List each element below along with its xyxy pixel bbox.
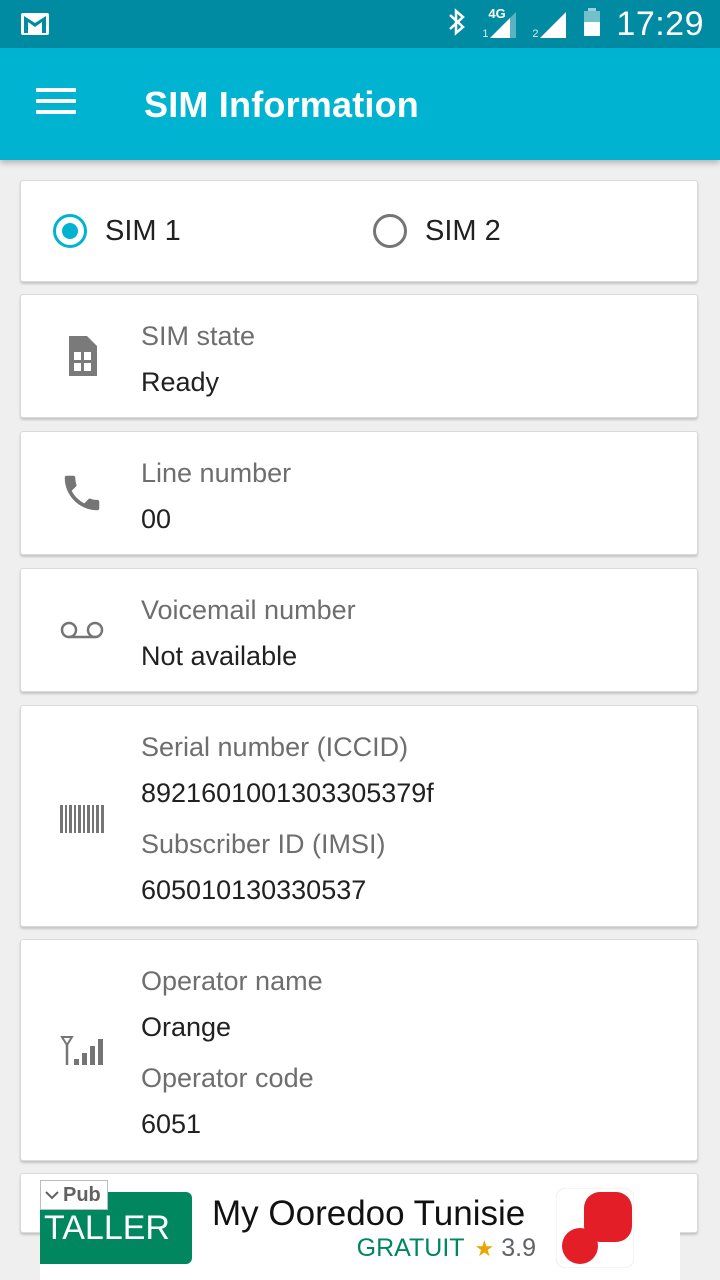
iccid-value: 8921601001303305379f <box>141 778 434 808</box>
clock: 17:29 <box>616 4 704 43</box>
operator-name-label: Operator name <box>141 966 323 996</box>
voicemail-label: Voicemail number <box>141 595 356 625</box>
signal-4g-icon: 4G 1 <box>482 6 518 40</box>
line-number-card: Line number 00 <box>20 431 698 555</box>
ad-banner[interactable]: TALLER Pub My Ooredoo Tunisie GRATUIT ★ … <box>40 1180 680 1280</box>
sim1-radio-button[interactable] <box>53 214 87 248</box>
sim-selector-card: SIM 1 SIM 2 <box>20 180 698 282</box>
ad-install-label: TALLER <box>44 1208 170 1247</box>
ad-tag-label: Pub <box>63 1183 101 1206</box>
imsi-value: 605010130330537 <box>141 875 367 905</box>
sim-state-value: Ready <box>141 367 220 397</box>
sim2-radio-button[interactable] <box>373 214 407 248</box>
ooredoo-logo[interactable] <box>555 1187 635 1269</box>
line-number-value: 00 <box>141 504 172 534</box>
operator-name-value: Orange <box>141 1012 232 1042</box>
sim1-radio-option[interactable]: SIM 1 <box>53 181 181 281</box>
chevron-down-icon <box>45 1191 59 1200</box>
line-number-label: Line number <box>141 458 292 488</box>
operator-code-value: 6051 <box>141 1109 202 1139</box>
signal-icon: 2 <box>532 8 568 40</box>
ad-rating: 3.9 <box>501 1234 536 1262</box>
battery-icon <box>582 7 602 42</box>
star-icon: ★ <box>474 1236 495 1261</box>
ad-price: GRATUIT <box>356 1234 465 1262</box>
voicemail-value: Not available <box>141 641 298 671</box>
menu-icon[interactable] <box>36 88 76 120</box>
ad-rating-group: ★ 3.9 <box>475 1234 536 1263</box>
serial-card: Serial number (ICCID) 892160100130330537… <box>20 705 698 927</box>
app-bar: SIM Information <box>0 48 720 160</box>
sim-card-icon <box>57 331 107 381</box>
operator-code-label: Operator code <box>141 1063 314 1093</box>
sim2-label: SIM 2 <box>425 214 501 247</box>
gmail-icon <box>20 12 50 41</box>
ad-details: GRATUIT ★ 3.9 <box>357 1234 536 1263</box>
phone-icon <box>57 468 107 518</box>
bluetooth-icon <box>446 7 468 42</box>
sim-state-label: SIM state <box>141 321 256 351</box>
ad-choices-tag[interactable]: Pub <box>40 1180 108 1210</box>
sim1-label: SIM 1 <box>105 214 181 247</box>
status-bar: 4G 1 2 17:29 <box>0 0 720 48</box>
operator-card: Operator name Orange Operator code 6051 <box>20 939 698 1161</box>
signal-tower-icon <box>57 1026 107 1076</box>
barcode-icon <box>57 794 107 844</box>
ad-app-name[interactable]: My Ooredoo Tunisie <box>212 1194 525 1234</box>
imsi-label: Subscriber ID (IMSI) <box>141 829 386 859</box>
voicemail-icon <box>57 605 107 655</box>
sim2-radio-option[interactable]: SIM 2 <box>373 181 501 281</box>
iccid-label: Serial number (ICCID) <box>141 732 409 762</box>
sim-state-card: SIM state Ready <box>20 294 698 418</box>
voicemail-card: Voicemail number Not available <box>20 568 698 692</box>
page-title: SIM Information <box>144 84 419 125</box>
